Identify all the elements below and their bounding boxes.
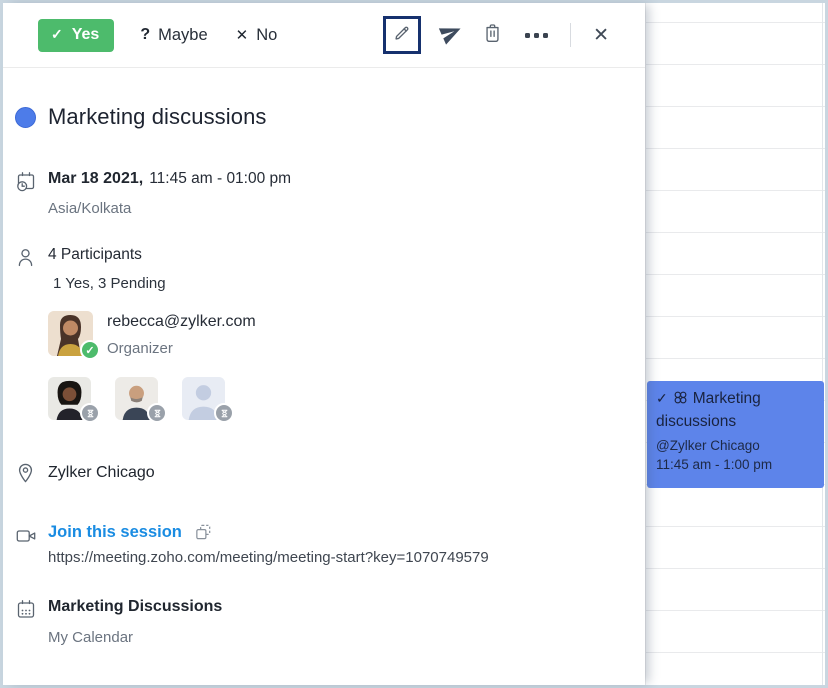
calendar-icon <box>15 599 37 646</box>
pencil-icon <box>392 23 412 48</box>
calendar-event-block[interactable]: ✓Marketing discussions @Zylker Chicago 1… <box>647 381 824 488</box>
paper-plane-icon <box>439 20 464 50</box>
copy-link-icon[interactable] <box>194 523 213 542</box>
calendar-event-time: 11:45 am - 1:00 pm <box>656 456 815 475</box>
pending-status-badge <box>80 403 100 423</box>
close-icon: ✕ <box>593 26 609 45</box>
datetime-section: Mar 18 2021, 11:45 am - 01:00 pm Asia/Kol… <box>3 170 615 217</box>
x-mark-icon: ✕ <box>236 26 249 44</box>
popup-body: Marketing discussions <box>3 104 645 646</box>
rsvp-maybe-button[interactable]: ? Maybe <box>140 26 207 45</box>
event-date: Mar 18 2021, <box>48 170 143 187</box>
location-section: Zylker Chicago <box>3 461 615 485</box>
event-location: Zylker Chicago <box>48 464 615 482</box>
event-detail-popup: ✓ Yes ? Maybe ✕ No <box>3 3 645 685</box>
calendar-section: Marketing Discussions My Calendar <box>3 598 615 646</box>
accepted-status-badge: ✓ <box>80 340 100 360</box>
participant-avatar[interactable] <box>115 377 158 420</box>
popup-toolbar: ✓ Yes ? Maybe ✕ No <box>3 3 645 68</box>
event-title-row: Marketing discussions <box>3 104 615 130</box>
edit-button[interactable] <box>383 16 421 54</box>
rsvp-no-button[interactable]: ✕ No <box>236 26 278 45</box>
send-invitation-button[interactable] <box>439 20 464 50</box>
delete-event-button[interactable] <box>482 22 503 49</box>
meeting-session-icon <box>673 390 688 411</box>
organizer-info: rebecca@zylker.com Organizer <box>107 311 256 357</box>
person-icon <box>15 247 36 420</box>
participant-avatar-placeholder[interactable] <box>182 377 225 420</box>
organizer-avatar[interactable]: ✓ <box>48 311 93 356</box>
ellipsis-icon <box>525 33 548 38</box>
participants-section: 4 Participants 1 Yes, 3 Pending <box>3 246 615 420</box>
join-session-section: Join this session https://meeting.zoho.c… <box>3 523 615 566</box>
event-timezone: Asia/Kolkata <box>48 200 615 217</box>
toolbar-icon-group: ✕ <box>383 16 609 54</box>
organizer-email: rebecca@zylker.com <box>107 313 256 331</box>
screenshot-root: ✓Marketing discussions @Zylker Chicago 1… <box>0 0 828 688</box>
close-popup-button[interactable]: ✕ <box>593 26 609 45</box>
calendar-event-name: Marketing Discussions <box>48 598 615 616</box>
event-time: 11:45 am - 01:00 pm <box>149 170 291 187</box>
participant-avatar[interactable] <box>48 377 91 420</box>
calendar-name: My Calendar <box>48 629 615 646</box>
rsvp-yes-button[interactable]: ✓ Yes <box>38 19 114 52</box>
calendar-clock-icon <box>15 171 37 217</box>
calendar-event-title: ✓Marketing discussions <box>656 388 815 432</box>
app-canvas: ✓Marketing discussions @Zylker Chicago 1… <box>3 3 825 685</box>
question-mark-icon: ? <box>140 26 150 44</box>
event-title: Marketing discussions <box>48 104 615 130</box>
organizer-role-label: Organizer <box>107 340 256 357</box>
video-camera-icon <box>15 526 37 566</box>
trash-icon <box>482 22 503 49</box>
calendar-grid-background <box>645 3 825 685</box>
rsvp-summary: 1 Yes, 3 Pending <box>53 275 615 292</box>
participants-count: 4 Participants <box>48 246 615 264</box>
organizer-row: ✓ rebecca@zylker.com Organizer <box>48 311 615 357</box>
calendar-event-location: @Zylker Chicago <box>656 437 815 456</box>
toolbar-divider <box>570 23 571 47</box>
join-session-link[interactable]: Join this session <box>48 523 182 542</box>
accepted-check-icon: ✓ <box>656 390 668 406</box>
pending-status-badge <box>147 403 167 423</box>
calendar-color-dot <box>15 107 36 128</box>
pending-participants-row <box>48 377 615 420</box>
more-options-button[interactable] <box>525 33 548 38</box>
pending-status-badge <box>214 403 234 423</box>
location-pin-icon <box>15 462 36 485</box>
check-icon: ✓ <box>51 26 63 43</box>
meeting-url: https://meeting.zoho.com/meeting/meeting… <box>48 549 615 566</box>
